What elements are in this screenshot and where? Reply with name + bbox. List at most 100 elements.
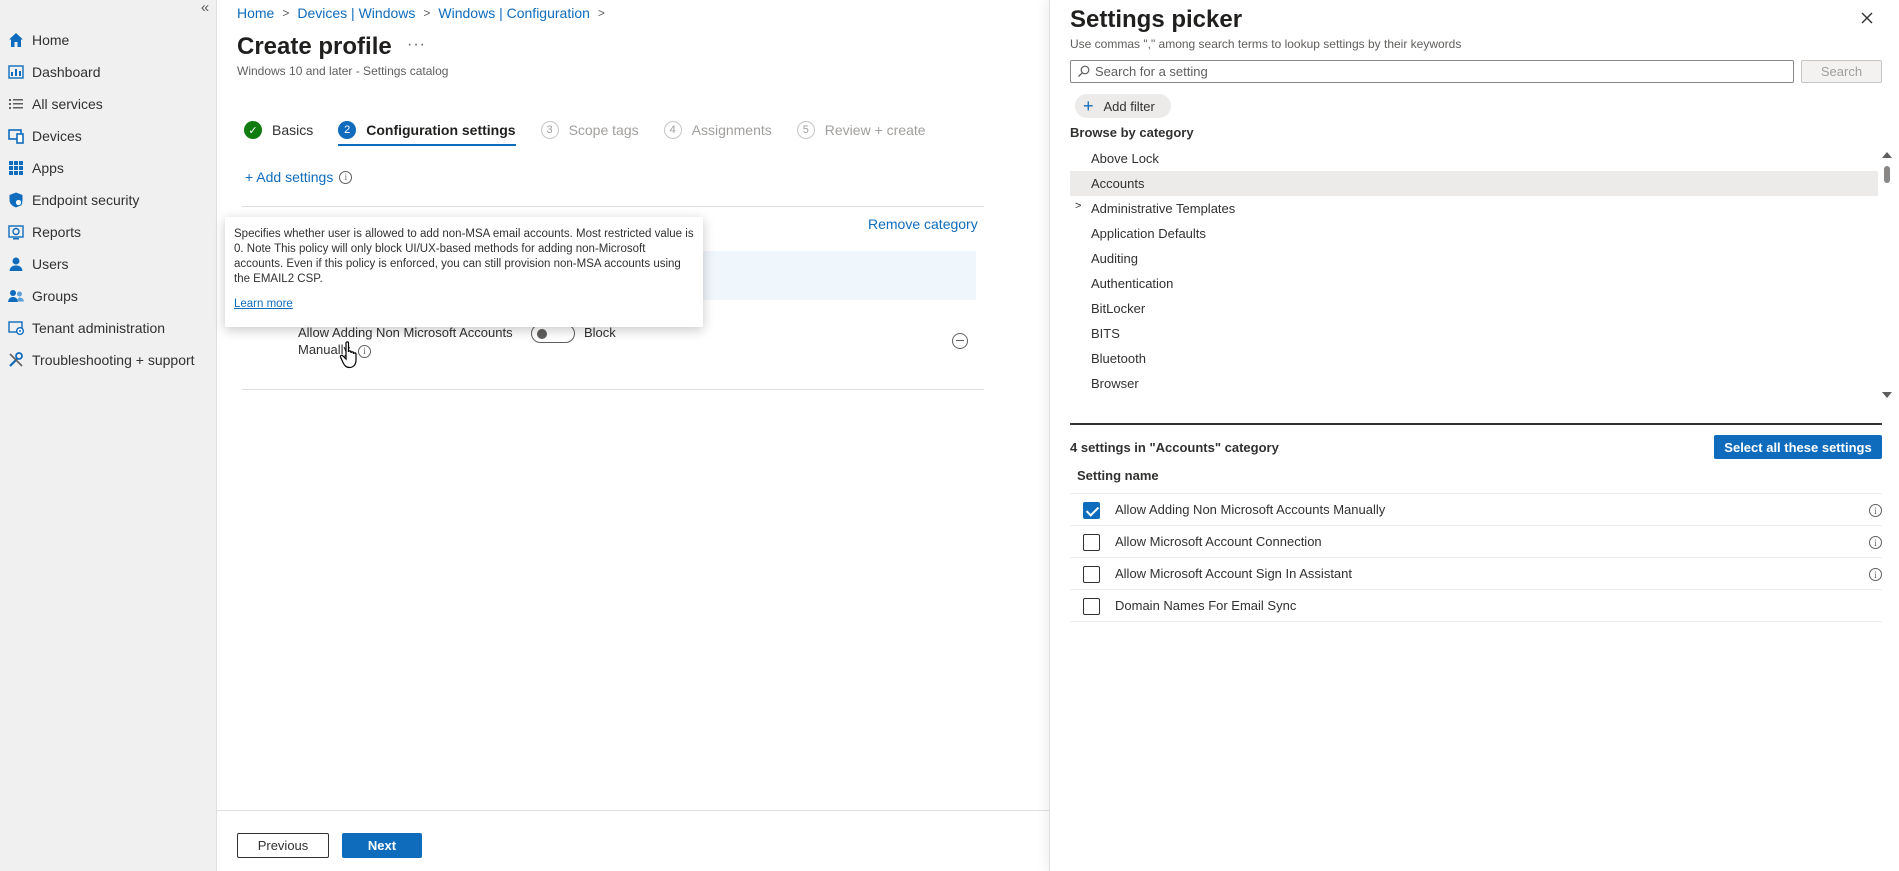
- setting-list-item: Allow Microsoft Account Connection i: [1070, 526, 1882, 558]
- hand-cursor-icon: [339, 341, 357, 369]
- add-filter-button[interactable]: + Add filter: [1075, 94, 1171, 118]
- nav-item-troubleshooting-support[interactable]: Troubleshooting + support: [0, 344, 216, 376]
- tenant-icon: [7, 319, 25, 337]
- setting-checkbox[interactable]: [1083, 502, 1100, 519]
- setting-list-name: Domain Names For Email Sync: [1115, 598, 1297, 613]
- check-icon: ✓: [244, 121, 262, 139]
- nav-item-label: Troubleshooting + support: [32, 352, 195, 368]
- nav-item-users[interactable]: Users: [0, 248, 216, 280]
- remove-category-link[interactable]: Remove category: [868, 216, 978, 232]
- devices-icon: [7, 127, 25, 145]
- category-item[interactable]: Authentication: [1070, 271, 1878, 296]
- setting-name-label: Allow Adding Non Microsoft Accounts Manu…: [298, 325, 513, 357]
- setting-checkbox[interactable]: [1083, 566, 1100, 583]
- nav-item-dashboard[interactable]: Dashboard: [0, 56, 216, 88]
- info-icon[interactable]: i: [339, 170, 353, 184]
- nav-list: Home Dashboard All services Devices Apps…: [0, 24, 216, 376]
- step-basics[interactable]: ✓ Basics: [244, 116, 313, 144]
- remove-setting-button[interactable]: [952, 333, 968, 349]
- search-input[interactable]: [1095, 64, 1785, 79]
- category-item[interactable]: Browser: [1070, 371, 1878, 396]
- category-item[interactable]: Auditing: [1070, 246, 1878, 271]
- category-item[interactable]: Application Defaults: [1070, 221, 1878, 246]
- previous-button[interactable]: Previous: [237, 833, 329, 858]
- nav-item-devices[interactable]: Devices: [0, 120, 216, 152]
- select-all-settings-button[interactable]: Select all these settings: [1714, 435, 1882, 459]
- info-icon[interactable]: i: [1869, 568, 1882, 581]
- tooltip-text: Specifies whether user is allowed to add…: [234, 228, 694, 285]
- scroll-down-arrow-icon[interactable]: [1882, 392, 1892, 398]
- nav-item-reports[interactable]: Reports: [0, 216, 216, 248]
- list-icon: [7, 95, 25, 113]
- step-label: Assignments: [691, 122, 772, 138]
- setting-name: Allow Adding Non Microsoft Accounts Manu…: [298, 324, 528, 358]
- nav-item-label: Dashboard: [32, 64, 101, 80]
- close-icon[interactable]: [1858, 9, 1876, 27]
- more-options-button[interactable]: ···: [407, 36, 426, 54]
- breadcrumb-devices-windows[interactable]: Devices | Windows: [297, 5, 415, 21]
- breadcrumb-windows-configuration[interactable]: Windows | Configuration: [438, 5, 589, 21]
- scroll-thumb[interactable]: [1884, 166, 1890, 183]
- step-number: 4: [663, 121, 682, 139]
- reports-icon: [7, 223, 25, 241]
- breadcrumb-home[interactable]: Home: [237, 5, 274, 21]
- step-review-create[interactable]: 5 Review + create: [796, 116, 926, 144]
- nav-item-apps[interactable]: Apps: [0, 152, 216, 184]
- setting-list-item: Allow Adding Non Microsoft Accounts Manu…: [1070, 494, 1882, 526]
- dashboard-icon: [7, 63, 25, 81]
- divider: [242, 206, 984, 207]
- panel-subtitle: Use commas "," among search terms to loo…: [1070, 37, 1462, 51]
- nav-item-groups[interactable]: Groups: [0, 280, 216, 312]
- info-icon[interactable]: i: [1869, 536, 1882, 549]
- setting-list-item: Domain Names For Email Sync: [1070, 590, 1882, 622]
- step-scope-tags[interactable]: 3 Scope tags: [540, 116, 639, 144]
- category-item[interactable]: BitLocker: [1070, 296, 1878, 321]
- step-assignments[interactable]: 4 Assignments: [663, 116, 772, 144]
- category-label: Administrative Templates: [1091, 201, 1236, 216]
- category-item[interactable]: Bluetooth: [1070, 346, 1878, 371]
- step-label: Basics: [272, 122, 314, 138]
- step-number: 2: [338, 121, 357, 139]
- category-item[interactable]: Above Lock: [1070, 146, 1878, 171]
- step-number: 3: [540, 121, 559, 139]
- scroll-up-arrow-icon[interactable]: [1882, 152, 1892, 158]
- category-scrollbar[interactable]: [1878, 146, 1894, 410]
- settings-count-label: 4 settings in "Accounts" category: [1070, 440, 1279, 455]
- add-settings-link[interactable]: + Add settings i: [245, 169, 353, 185]
- home-icon: [7, 31, 25, 49]
- nav-item-label: Groups: [32, 288, 78, 304]
- setting-list-name: Allow Microsoft Account Connection: [1115, 534, 1322, 549]
- nav-item-endpoint-security[interactable]: Endpoint security: [0, 184, 216, 216]
- nav-item-all-services[interactable]: All services: [0, 88, 216, 120]
- add-settings-label: + Add settings: [245, 169, 334, 185]
- step-configuration-settings[interactable]: 2 Configuration settings: [338, 116, 516, 146]
- wizard-footer: Previous Next: [217, 810, 1049, 871]
- chevron-right-icon: >: [282, 6, 290, 20]
- collapse-nav-button[interactable]: «: [196, 0, 214, 18]
- left-nav: « Home Dashboard All services Devices Ap…: [0, 0, 217, 871]
- category-item[interactable]: BITS: [1070, 321, 1878, 346]
- add-filter-label: Add filter: [1103, 98, 1155, 114]
- nav-item-home[interactable]: Home: [0, 24, 216, 56]
- setting-checkbox[interactable]: [1083, 598, 1100, 615]
- shield-icon: [7, 191, 25, 209]
- breadcrumb: Home > Devices | Windows > Windows | Con…: [237, 5, 613, 21]
- page-title: Create profile: [237, 33, 392, 60]
- category-label: Accounts: [1091, 176, 1145, 191]
- setting-checkbox[interactable]: [1083, 534, 1100, 551]
- category-item[interactable]: > Administrative Templates: [1070, 196, 1878, 221]
- category-item[interactable]: Accounts: [1070, 171, 1878, 196]
- settings-picker-panel: Settings picker Use commas "," among sea…: [1049, 0, 1899, 871]
- nav-item-label: Tenant administration: [32, 320, 166, 336]
- nav-item-tenant-administration[interactable]: Tenant administration: [0, 312, 216, 344]
- info-icon[interactable]: i: [1869, 504, 1882, 517]
- search-button[interactable]: Search: [1801, 60, 1882, 83]
- category-label: Browser: [1091, 376, 1139, 391]
- next-button[interactable]: Next: [342, 833, 422, 858]
- user-icon: [7, 255, 25, 273]
- chevron-right-icon[interactable]: >: [1075, 200, 1085, 214]
- setting-list-name: Allow Adding Non Microsoft Accounts Manu…: [1115, 502, 1386, 517]
- step-number: 5: [796, 121, 815, 139]
- chevron-right-icon: >: [423, 6, 431, 20]
- learn-more-link[interactable]: Learn more: [234, 297, 694, 312]
